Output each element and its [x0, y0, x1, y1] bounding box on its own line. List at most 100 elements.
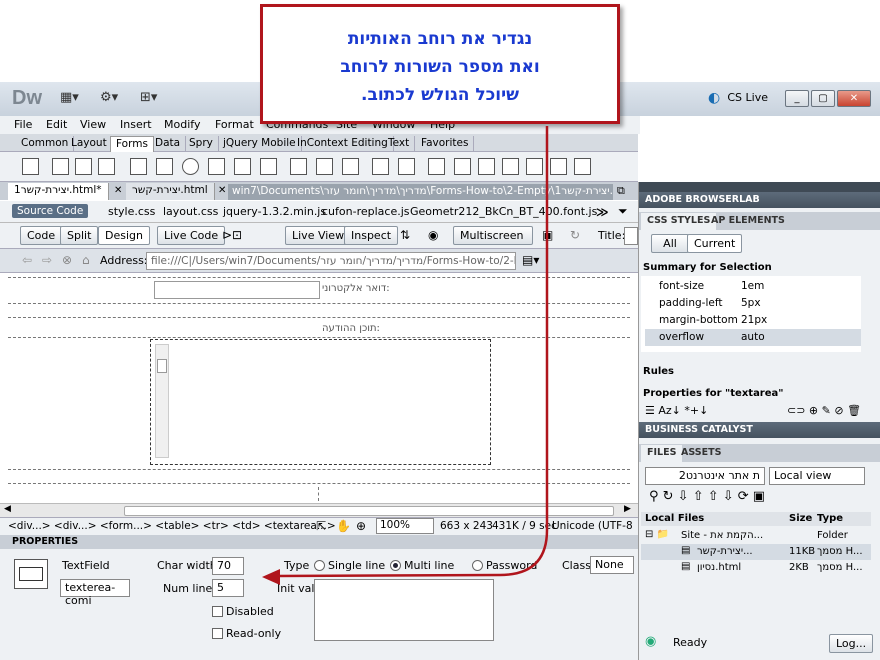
filter-icon[interactable]: ⏷: [618, 204, 628, 219]
more-files-icon[interactable]: ≫: [596, 205, 609, 219]
text-field-icon[interactable]: [52, 158, 69, 175]
zoom-select[interactable]: 100%: [376, 518, 434, 534]
source-code-tab[interactable]: Source Code: [12, 204, 89, 218]
inspect-dom-icon[interactable]: ⊳⊡: [222, 228, 242, 242]
forward-icon[interactable]: ⇨: [42, 253, 52, 267]
cs-live-icon[interactable]: ◐: [708, 90, 720, 106]
radio-icon[interactable]: [182, 158, 199, 175]
layout-icon[interactable]: ▦▾: [60, 90, 96, 108]
refresh-icon[interactable]: ↻: [570, 228, 580, 242]
inspect-button[interactable]: Inspect: [344, 226, 399, 245]
label-icon[interactable]: [372, 158, 389, 175]
close-button[interactable]: ✕: [837, 90, 871, 107]
related-file[interactable]: jquery-1.3.2.min.js: [223, 205, 326, 218]
code-view-button[interactable]: Code: [20, 226, 63, 245]
css-rule-row[interactable]: margin-bottom 21px: [645, 312, 861, 329]
log-button[interactable]: Log...: [829, 634, 874, 653]
tag-selector[interactable]: <div...> <div...> <form...> <table> <tr>…: [8, 520, 336, 532]
browser-icon[interactable]: ◉: [428, 228, 438, 242]
radio-group-icon[interactable]: [208, 158, 225, 175]
textarea-scrollbar[interactable]: [155, 344, 169, 458]
css-current-button[interactable]: Current: [687, 234, 743, 253]
single-line-radio[interactable]: Single line: [314, 559, 385, 572]
button-icon[interactable]: [342, 158, 359, 175]
hand-tool-icon[interactable]: ✋: [336, 519, 351, 533]
tab-favorites[interactable]: Favorites: [416, 136, 475, 152]
business-catalyst-header[interactable]: BUSINESS CATALYST: [639, 422, 880, 438]
readonly-checkbox[interactable]: Read-only: [212, 627, 281, 640]
doc-tab[interactable]: יצירת-קשר.html: [126, 183, 215, 200]
password-radio[interactable]: Password: [472, 559, 537, 572]
transfer-icon[interactable]: ⇅: [400, 228, 410, 242]
menu-modify[interactable]: Modify: [164, 118, 200, 131]
message-textarea[interactable]: [150, 339, 491, 465]
file-row-selected[interactable]: ▤ יצירת-קשר... 11KB מסמך H...: [641, 544, 871, 560]
close-tab-icon[interactable]: ✕: [114, 185, 122, 196]
init-val-textarea[interactable]: [314, 579, 494, 641]
tab-data[interactable]: Data: [150, 136, 187, 152]
email-input[interactable]: [154, 281, 320, 299]
spry-confirm-icon[interactable]: [550, 158, 567, 175]
file-field-icon[interactable]: [316, 158, 333, 175]
form-icon[interactable]: [22, 158, 39, 175]
zoom-tool-icon[interactable]: ⊕: [356, 519, 366, 533]
file-row[interactable]: ▤ נסיון.html 2KB מסמך H...: [641, 560, 871, 576]
stop-icon[interactable]: ⊗: [62, 253, 72, 267]
tab-layout[interactable]: Layout: [66, 136, 113, 152]
related-file[interactable]: layout.css: [163, 205, 218, 218]
css-all-button[interactable]: All: [651, 234, 689, 253]
spry-text-icon[interactable]: [428, 158, 445, 175]
select-icon[interactable]: [234, 158, 251, 175]
design-view-button[interactable]: Design: [98, 226, 150, 245]
checkbox-icon[interactable]: [130, 158, 147, 175]
css-rule-row-selected[interactable]: overflow auto: [645, 329, 861, 346]
tab-spry[interactable]: Spry: [184, 136, 219, 152]
maximize-button[interactable]: ▢: [811, 90, 835, 107]
tab-jquery-mobile[interactable]: jQuery Mobile: [218, 136, 302, 152]
address-input[interactable]: file:///C|/Users/win7/Documents/מדריך/מד…: [146, 252, 516, 270]
address-options-icon[interactable]: ▤▾: [522, 253, 539, 267]
checkbox-group-icon[interactable]: [156, 158, 173, 175]
image-field-icon[interactable]: [290, 158, 307, 175]
scroll-right-icon[interactable]: ▶: [624, 504, 631, 514]
num-lines-input[interactable]: 5: [212, 579, 244, 597]
spry-select-icon[interactable]: [454, 158, 471, 175]
preview-icon[interactable]: ▣: [542, 228, 553, 242]
minimize-button[interactable]: _: [785, 90, 809, 107]
close-tab-icon[interactable]: ✕: [218, 185, 226, 196]
related-file[interactable]: style.css: [108, 205, 155, 218]
title-input[interactable]: [624, 227, 638, 245]
site-select[interactable]: ת אתר אינטרנט2: [645, 467, 765, 485]
file-row[interactable]: ⊟ 📁 Site - הקמת את... Folder: [641, 528, 871, 544]
restore-icon[interactable]: ⧉: [617, 184, 625, 198]
menu-file[interactable]: File: [14, 118, 32, 131]
password-field-icon[interactable]: [75, 158, 92, 175]
split-view-button[interactable]: Split: [60, 226, 99, 245]
css-edit-icons[interactable]: ⊂⊃ ⊕ ✎ ⊘ 🗑: [787, 404, 861, 417]
spry-password-icon[interactable]: [526, 158, 543, 175]
css-view-icons[interactable]: ☰ Az↓ *+↓: [645, 404, 708, 417]
multi-line-radio[interactable]: Multi line: [390, 559, 454, 572]
tab-forms[interactable]: Forms: [110, 136, 154, 152]
char-width-input[interactable]: 70: [212, 557, 244, 575]
related-file[interactable]: cufon-replace.js: [322, 205, 410, 218]
tab-incontext-editing[interactable]: InContext Editing: [292, 136, 394, 152]
tab-ap-elements[interactable]: AP ELEMENTS: [705, 213, 791, 230]
menu-edit[interactable]: Edit: [46, 118, 67, 131]
menu-insert[interactable]: Insert: [120, 118, 152, 131]
fieldset-icon[interactable]: [398, 158, 415, 175]
field-id-input[interactable]: texterea-comi: [60, 579, 130, 607]
gear-icon[interactable]: ⚙▾: [100, 90, 136, 108]
spry-checkbox-icon[interactable]: [478, 158, 495, 175]
jump-menu-icon[interactable]: [260, 158, 277, 175]
tab-assets[interactable]: ASSETS: [675, 445, 727, 462]
disabled-checkbox[interactable]: Disabled: [212, 605, 274, 618]
file-action-icons[interactable]: ⚲ ↻ ⇩ ⇧ ⇧ ⇩ ⟳ ▣: [649, 489, 765, 504]
menu-format[interactable]: Format: [215, 118, 254, 131]
back-icon[interactable]: ⇦: [22, 253, 32, 267]
select-tool-icon[interactable]: ⇱: [316, 519, 326, 533]
spry-textarea-icon[interactable]: [502, 158, 519, 175]
live-code-button[interactable]: Live Code: [157, 226, 226, 245]
menu-view[interactable]: View: [80, 118, 106, 131]
browserlab-header[interactable]: ADOBE BROWSERLAB: [639, 192, 880, 208]
